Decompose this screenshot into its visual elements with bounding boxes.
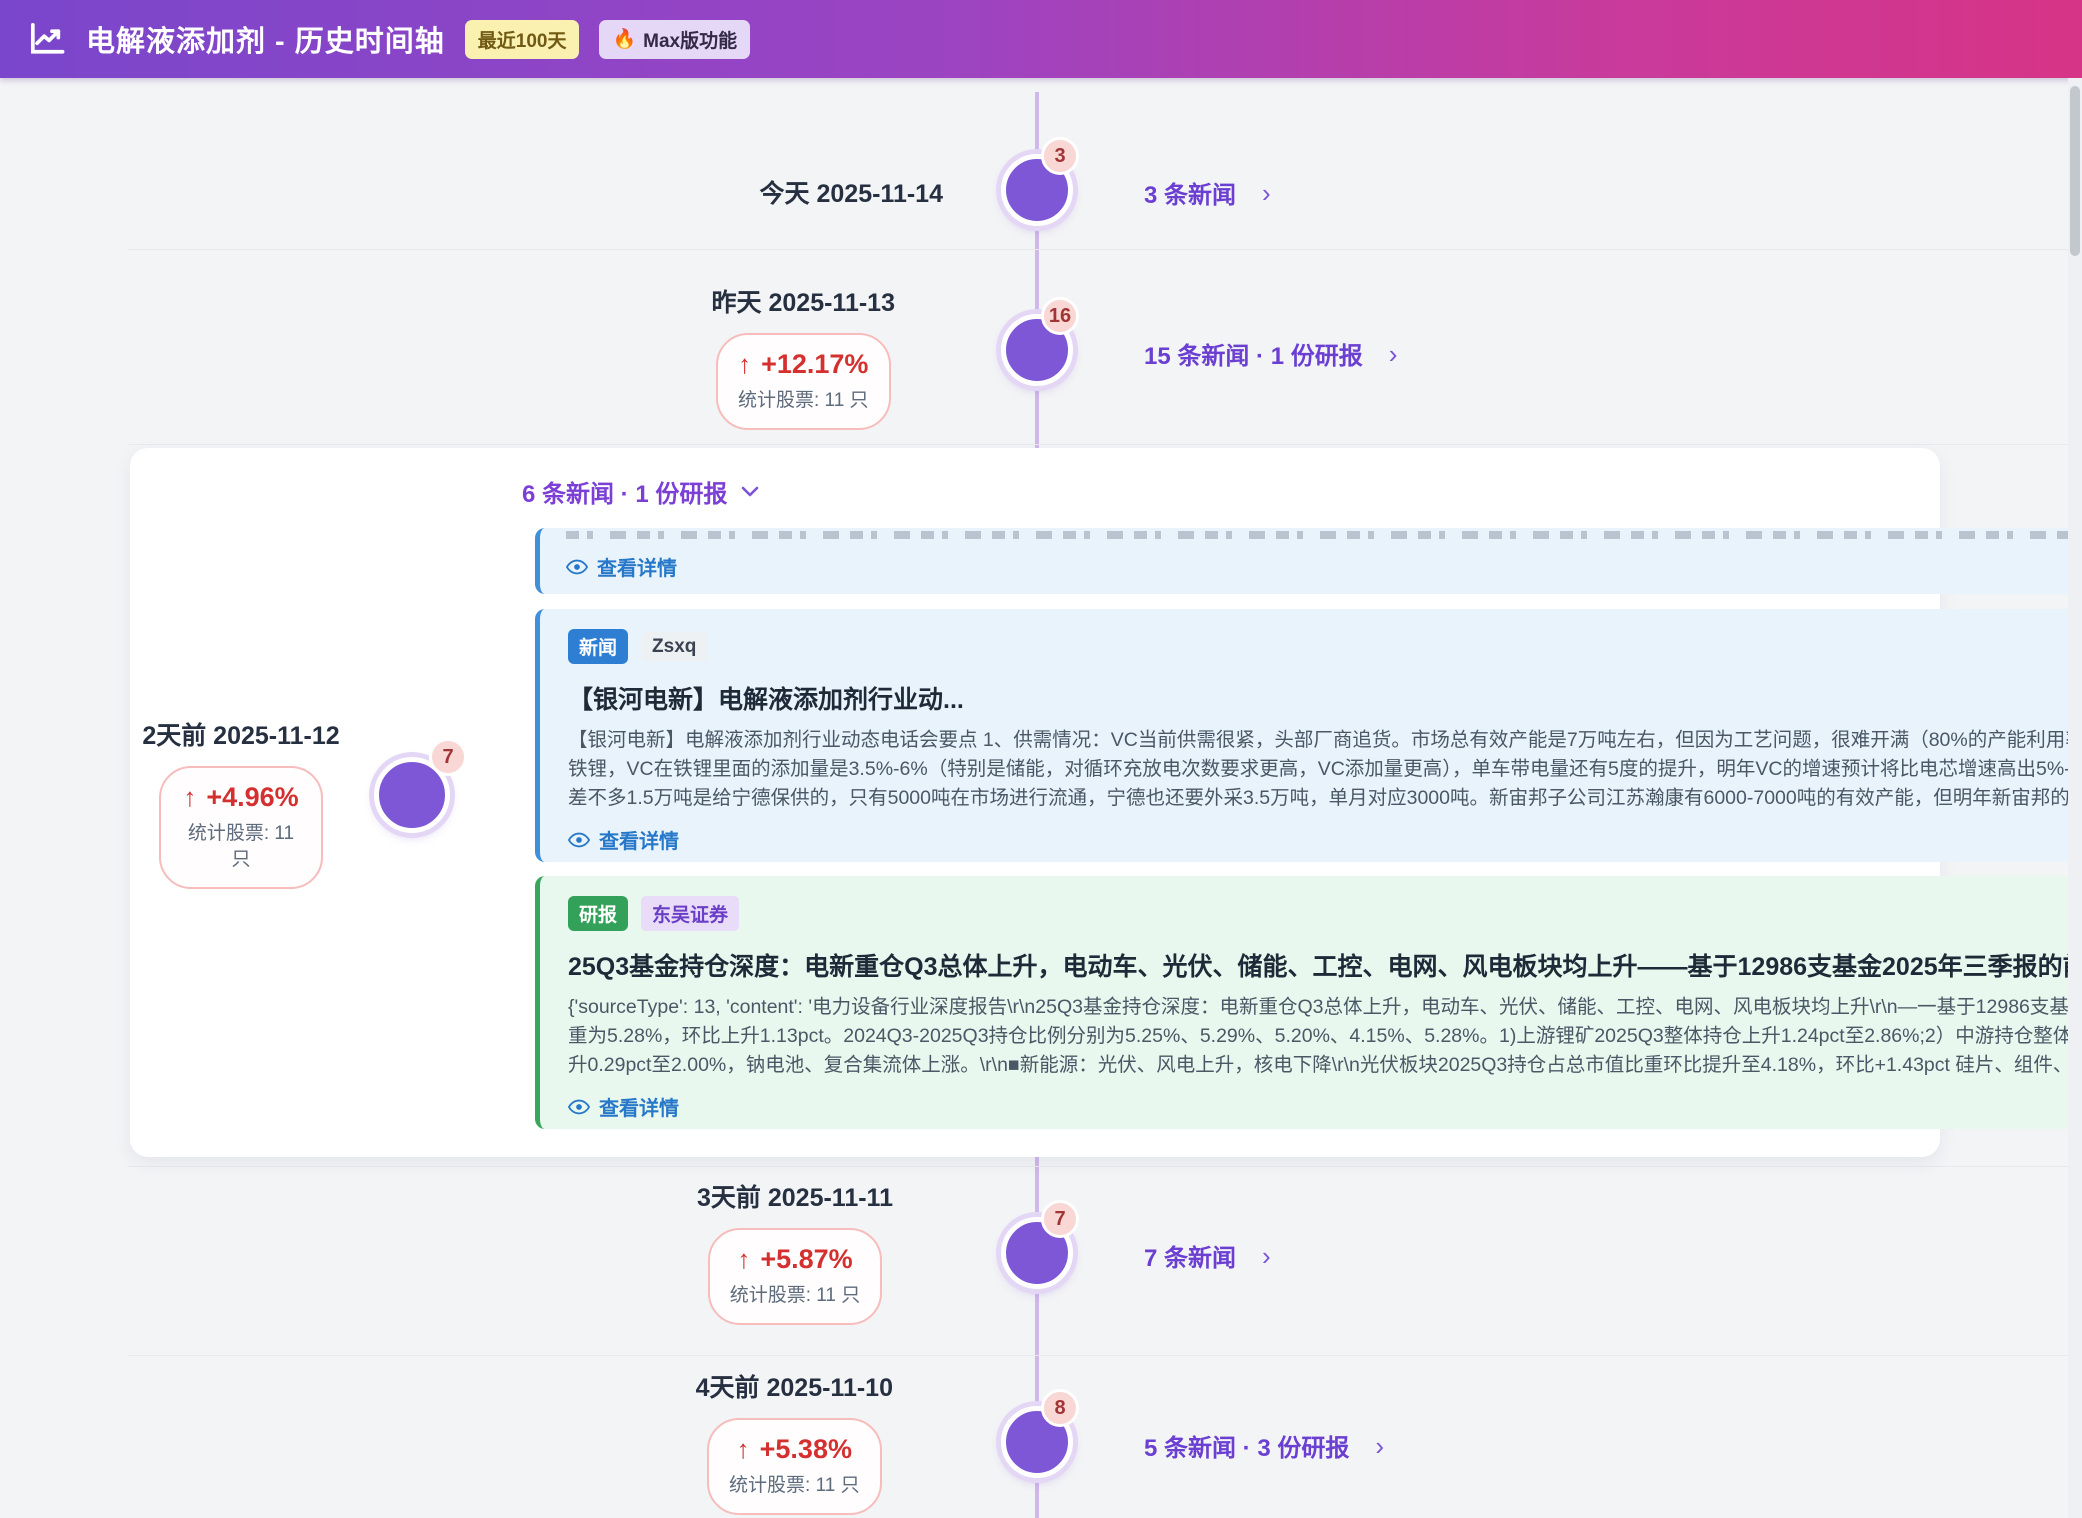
view-detail-link[interactable]: 查看详情: [566, 552, 677, 581]
price-change: ↑ +5.87%: [737, 1244, 852, 1275]
count-badge: 16: [1041, 297, 1079, 335]
news-link-4days[interactable]: 5 条新闻 · 3 份研报 ›: [1144, 1428, 1384, 1463]
report-body-line: 升0.29pct至2.00%，钠电池、复合集流体上涨。\r\n■新能源：光伏、风…: [568, 1051, 2082, 1080]
chevron-right-icon: ›: [1389, 341, 1398, 367]
count-badge: 7: [429, 738, 467, 776]
news-link-3days[interactable]: 7 条新闻 ›: [1144, 1238, 1271, 1273]
arrow-up-icon: ↑: [737, 1244, 750, 1275]
price-change: ↑ +12.17%: [738, 349, 868, 380]
stocks-count: 统计股票: 11 只: [177, 821, 305, 873]
count-badge: 7: [1041, 1200, 1079, 1238]
news-link-today[interactable]: 3 条新闻 ›: [1144, 175, 1271, 210]
chevron-right-icon: ›: [1262, 180, 1271, 206]
price-change: ↑ +5.38%: [737, 1434, 852, 1465]
view-detail-link[interactable]: 查看详情: [568, 825, 679, 854]
row-divider: [128, 249, 2082, 250]
summary-label: 6 条新闻 · 1 份研报: [522, 474, 727, 509]
change-pill: ↑ +5.38% 统计股票: 11 只: [707, 1418, 882, 1515]
clipped-text-strip: [566, 531, 2082, 539]
source-tag: 东吴证券: [641, 896, 739, 931]
news-body-line: 铁锂，VC在铁锂里面的添加量是3.5%-6%（特别是储能，对循环充放电次数要求更…: [568, 755, 2082, 784]
card-tag-row: 新闻 Zsxq: [568, 629, 2082, 664]
change-value: +5.87%: [760, 1244, 852, 1275]
news-link-label: 15 条新闻 · 1 份研报: [1144, 336, 1363, 371]
max-badge-label: Max版功能: [643, 26, 737, 53]
news-title: 【银河电新】电解液添加剂行业动...: [568, 680, 2082, 716]
page-title: 电解液添加剂 - 历史时间轴: [86, 18, 445, 60]
eye-icon: [568, 1099, 590, 1115]
report-type-badge: 研报: [568, 896, 628, 931]
count-badge: 8: [1041, 1389, 1079, 1427]
change-pill: ↑ +4.96% 统计股票: 11 只: [159, 766, 323, 889]
day-summary-column: 昨天 2025-11-13 ↑ +12.17% 统计股票: 11 只: [712, 283, 895, 430]
change-pill: ↑ +12.17% 统计股票: 11 只: [716, 333, 891, 430]
day-summary-column: 2天前 2025-11-12 ↑ +4.96% 统计股票: 11 只: [136, 716, 346, 889]
row-divider: [128, 444, 2082, 445]
stocks-count: 统计股票: 11 只: [729, 1473, 860, 1499]
source-tag: Zsxq: [641, 632, 707, 662]
price-change: ↑ +4.96%: [183, 782, 298, 813]
date-label-today: 今天 2025-11-14: [760, 174, 943, 210]
app-header: 电解液添加剂 - 历史时间轴 最近100天 🔥 Max版功能: [0, 0, 2082, 78]
max-feature-badge: 🔥 Max版功能: [599, 20, 750, 59]
report-body-line: 重为5.28%，环比上升1.13pct。2024Q3-2025Q3持仓比例分别为…: [568, 1022, 2082, 1051]
news-link-yesterday[interactable]: 15 条新闻 · 1 份研报 ›: [1144, 336, 1397, 371]
chevron-down-icon: [741, 486, 759, 497]
news-link-label: 7 条新闻: [1144, 1238, 1236, 1273]
arrow-up-icon: ↑: [183, 782, 196, 813]
row-divider: [128, 1355, 2082, 1356]
news-body-line: 差不多1.5万吨是给宁德保供的，只有5000吨在市场进行流通，宁德也还要外采3.…: [568, 784, 2082, 813]
view-detail-label: 查看详情: [599, 825, 679, 854]
news-card-clipped[interactable]: 查看详情: [535, 528, 2082, 594]
view-detail-label: 查看详情: [599, 1092, 679, 1121]
change-value: +4.96%: [206, 782, 298, 813]
report-body-line: {'sourceType': 13, 'content': '电力设备行业深度报…: [568, 993, 2082, 1022]
change-value: +5.38%: [760, 1434, 852, 1465]
date-label-4days: 4天前 2025-11-10: [696, 1368, 893, 1404]
view-detail-link[interactable]: 查看详情: [568, 1092, 679, 1121]
fire-icon: 🔥: [612, 27, 636, 51]
expanded-day-panel: 6 条新闻 · 1 份研报 2天前 2025-11-12 ↑ +4.96% 统计…: [130, 448, 1940, 1157]
news-body-line: 【银河电新】电解液添加剂行业动态电话会要点 1、供需情况：VC当前供需很紧，头部…: [568, 726, 2082, 755]
change-pill: ↑ +5.87% 统计股票: 11 只: [708, 1228, 883, 1325]
card-tag-row: 研报 东吴证券: [568, 896, 2082, 931]
date-label-3days: 3天前 2025-11-11: [697, 1178, 893, 1214]
news-type-badge: 新闻: [568, 629, 628, 664]
count-badge: 3: [1041, 137, 1079, 175]
news-card[interactable]: 新闻 Zsxq 【银河电新】电解液添加剂行业动... 【银河电新】电解液添加剂行…: [535, 609, 2082, 862]
news-link-label: 5 条新闻 · 3 份研报: [1144, 1428, 1349, 1463]
arrow-up-icon: ↑: [737, 1434, 750, 1465]
change-value: +12.17%: [761, 349, 868, 380]
eye-icon: [568, 832, 590, 848]
expanded-summary-toggle[interactable]: 6 条新闻 · 1 份研报: [522, 474, 759, 509]
chevron-right-icon: ›: [1262, 1243, 1271, 1269]
date-label-yesterday: 昨天 2025-11-13: [712, 283, 895, 319]
stocks-count: 统计股票: 11 只: [738, 388, 869, 414]
news-link-label: 3 条新闻: [1144, 175, 1236, 210]
eye-icon: [566, 559, 588, 575]
day-summary-column: 4天前 2025-11-10 ↑ +5.38% 统计股票: 11 只: [696, 1368, 893, 1515]
day-summary-column: 3天前 2025-11-11 ↑ +5.87% 统计股票: 11 只: [697, 1178, 893, 1325]
scrollbar-thumb[interactable]: [2070, 86, 2080, 256]
trend-chart-icon: [28, 22, 66, 56]
range-badge: 最近100天: [465, 20, 580, 59]
vertical-scrollbar[interactable]: [2068, 78, 2082, 1518]
timeline-canvas: 今天 2025-11-14 3 3 条新闻 › 昨天 2025-11-13 ↑ …: [0, 78, 2082, 1518]
report-title: 25Q3基金持仓深度：电新重仓Q3总体上升，电动车、光伏、储能、工控、电网、风电…: [568, 947, 2082, 983]
news-body: 【银河电新】电解液添加剂行业动态电话会要点 1、供需情况：VC当前供需很紧，头部…: [568, 726, 2082, 813]
view-detail-label: 查看详情: [597, 552, 677, 581]
stocks-count: 统计股票: 11 只: [730, 1283, 861, 1309]
report-card[interactable]: 研报 东吴证券 25Q3基金持仓深度：电新重仓Q3总体上升，电动车、光伏、储能、…: [535, 876, 2082, 1129]
chevron-right-icon: ›: [1375, 1433, 1384, 1459]
row-divider: [128, 1166, 2082, 1167]
date-label-2days: 2天前 2025-11-12: [142, 716, 339, 752]
arrow-up-icon: ↑: [738, 349, 751, 380]
report-body: {'sourceType': 13, 'content': '电力设备行业深度报…: [568, 993, 2082, 1080]
